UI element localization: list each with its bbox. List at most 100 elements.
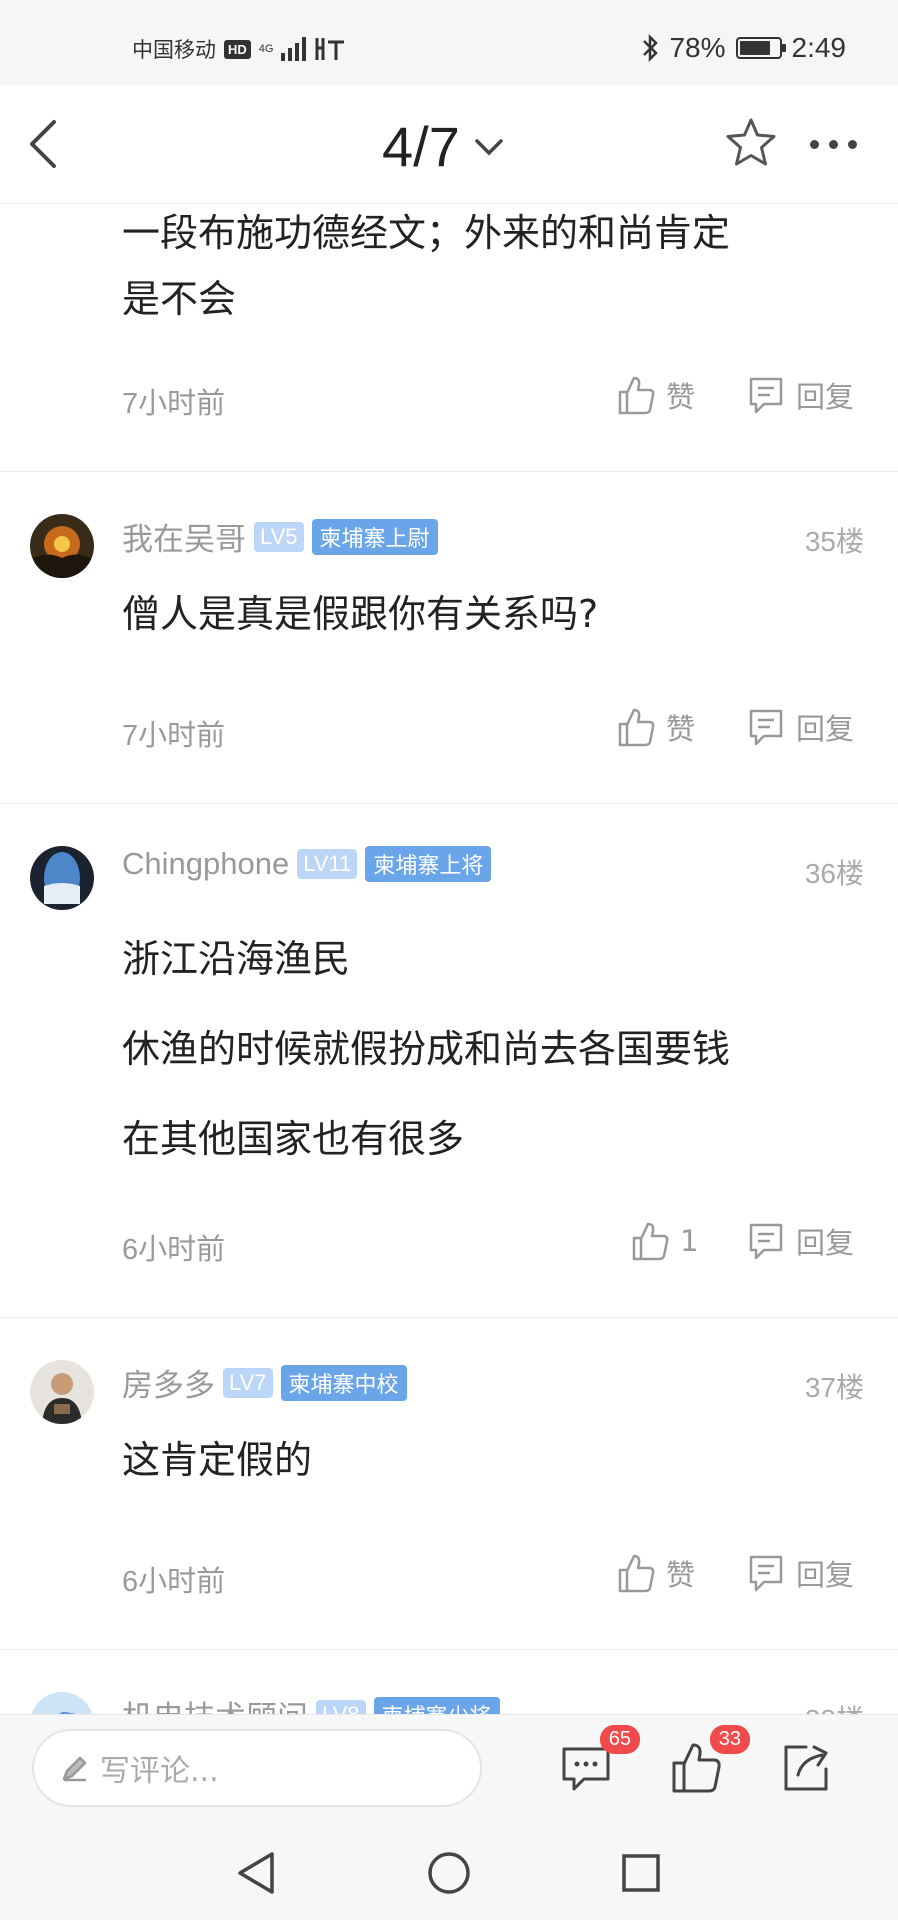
comment-item: 房多多 LV7 柬埔寨中校 37楼 这肯定假的 6小时前 赞 回复: [0, 1318, 898, 1650]
comment-meta: Chingphone LV11 柬埔寨上将: [122, 846, 492, 882]
share-button[interactable]: [776, 1737, 836, 1797]
floor-number: 38楼: [805, 1698, 864, 1714]
reply-button[interactable]: 回复: [746, 706, 854, 748]
star-icon: [726, 118, 776, 166]
thumbs-up-icon: [618, 376, 655, 415]
reply-icon: [749, 1555, 783, 1592]
system-nav-bar: [0, 1818, 898, 1920]
page-selector[interactable]: 4/7: [382, 114, 504, 179]
chevron-left-icon: [30, 120, 56, 168]
avatar[interactable]: [30, 846, 94, 910]
network-type: 4G: [258, 43, 274, 55]
comment-text: 一段布施功德经文；外来的和尚肯定 是不会: [122, 204, 730, 332]
avatar[interactable]: [30, 514, 94, 578]
bluetooth-icon: [643, 33, 659, 63]
page-indicator-text: 4/7: [382, 115, 460, 178]
comment-time: 6小时前: [122, 1234, 226, 1266]
username[interactable]: Chingphone: [122, 846, 289, 882]
avatar-image: [30, 846, 94, 910]
thumbs-up-icon: [632, 1222, 669, 1261]
status-right: 78% 2:49: [641, 32, 846, 64]
like-button[interactable]: 赞: [616, 374, 695, 416]
status-bar: 中国移动 HD 4G 78% 2:49: [0, 0, 898, 86]
comment-time: 6小时前: [122, 1566, 226, 1598]
rank-badge: 柬埔寨少将: [373, 1696, 500, 1714]
comment-meta: 机电技术顾问 LV8 柬埔寨少将: [122, 1692, 500, 1714]
thumbs-up-icon: [618, 1554, 655, 1593]
avatar[interactable]: [30, 1360, 94, 1424]
reply-icon: [749, 1223, 783, 1260]
nav-back-button[interactable]: [232, 1848, 282, 1898]
wifi-calling-icon: [315, 38, 344, 60]
comment-input-placeholder: 写评论...: [100, 1754, 219, 1789]
avatar-image: [30, 1360, 94, 1424]
favorite-button[interactable]: [724, 116, 778, 170]
reply-icon: [749, 709, 783, 746]
floor-number: 36楼: [804, 858, 864, 889]
like-button[interactable]: 赞: [616, 706, 695, 748]
signal-icon: [280, 37, 306, 61]
comment-item: 我在吴哥 LV5 柬埔寨上尉 35楼 僧人是真是假跟你有关系吗? 7小时前 赞 …: [0, 472, 898, 804]
avatar[interactable]: [30, 1692, 94, 1714]
level-badge: LV5: [254, 521, 304, 552]
nav-recents-button[interactable]: [616, 1848, 666, 1898]
comment-meta: 房多多 LV7 柬埔寨中校: [122, 1360, 407, 1405]
pencil-icon: [62, 1756, 87, 1782]
reply-button[interactable]: 回复: [746, 374, 854, 416]
comment-line: 浙江沿海渔民: [122, 937, 351, 981]
battery-level: [739, 41, 770, 55]
battery-percent: 78%: [669, 32, 726, 63]
comment-list[interactable]: 一段布施功德经文；外来的和尚肯定 是不会 7小时前 赞 回复 我在吴哥 LV5 …: [0, 204, 898, 1714]
square-recents-icon: [622, 1854, 660, 1892]
comment-line: 这肯定假的: [122, 1438, 313, 1482]
comment-item: 一段布施功德经文；外来的和尚肯定 是不会 7小时前 赞 回复: [0, 204, 898, 472]
username[interactable]: 我在吴哥: [122, 514, 246, 559]
avatar-image: [30, 1692, 94, 1714]
like-button[interactable]: 1: [630, 1220, 698, 1262]
thumbs-up-icon: [618, 708, 655, 747]
like-label: 赞: [666, 1558, 696, 1592]
comment-text: 这肯定假的: [122, 1428, 312, 1492]
comments-button[interactable]: 65: [556, 1725, 640, 1797]
comment-time: 7小时前: [122, 388, 226, 420]
level-badge: LV11: [297, 849, 358, 879]
like-button[interactable]: 赞: [616, 1552, 695, 1594]
comment-count-badge: 65: [599, 1725, 640, 1754]
status-left: 中国移动 HD 4G: [132, 34, 346, 64]
circle-home-icon: [428, 1852, 470, 1894]
triangle-back-icon: [238, 1852, 274, 1894]
comment-input[interactable]: 写评论...: [32, 1729, 482, 1807]
more-options-button[interactable]: [810, 136, 874, 152]
reply-button[interactable]: 回复: [746, 1220, 854, 1262]
comment-text: 浙江沿海渔民 休渔的时候就假扮成和尚去各国要钱 在其他国家也有很多: [122, 914, 730, 1184]
reply-label: 回复: [796, 380, 855, 414]
avatar-image: [30, 514, 94, 578]
bottom-action-bar: 写评论... 65 33: [0, 1714, 898, 1818]
top-nav-bar: 4/7: [0, 86, 898, 204]
reply-icon: [749, 377, 783, 414]
username[interactable]: 房多多: [122, 1360, 215, 1405]
reply-button[interactable]: 回复: [746, 1552, 854, 1594]
comment-text: 僧人是真是假跟你有关系吗?: [122, 582, 598, 646]
rank-badge: 柬埔寨中校: [280, 1364, 407, 1401]
clock: 2:49: [791, 32, 847, 63]
like-label: 赞: [666, 712, 696, 746]
comment-item: 机电技术顾问 LV8 柬埔寨少将 38楼: [0, 1650, 898, 1714]
comment-meta: 我在吴哥 LV5 柬埔寨上尉: [122, 514, 438, 559]
like-count: 1: [680, 1224, 699, 1258]
floor-number: 37楼: [804, 1372, 864, 1403]
reply-label: 回复: [796, 1558, 855, 1592]
carrier-name: 中国移动: [132, 39, 216, 62]
more-dot-icon: [829, 139, 838, 149]
like-post-button[interactable]: 33: [666, 1725, 750, 1797]
comment-line: 休渔的时候就假扮成和尚去各国要钱: [122, 1027, 731, 1071]
reply-label: 回复: [796, 1226, 855, 1260]
like-label: 赞: [666, 380, 696, 414]
like-count-badge: 33: [709, 1725, 750, 1754]
floor-number: 35楼: [804, 526, 864, 557]
nav-home-button[interactable]: [424, 1848, 474, 1898]
username[interactable]: 机电技术顾问: [122, 1692, 308, 1714]
chevron-down-icon: [475, 138, 503, 155]
comment-line: 是不会: [122, 277, 237, 321]
back-button[interactable]: [22, 116, 70, 172]
